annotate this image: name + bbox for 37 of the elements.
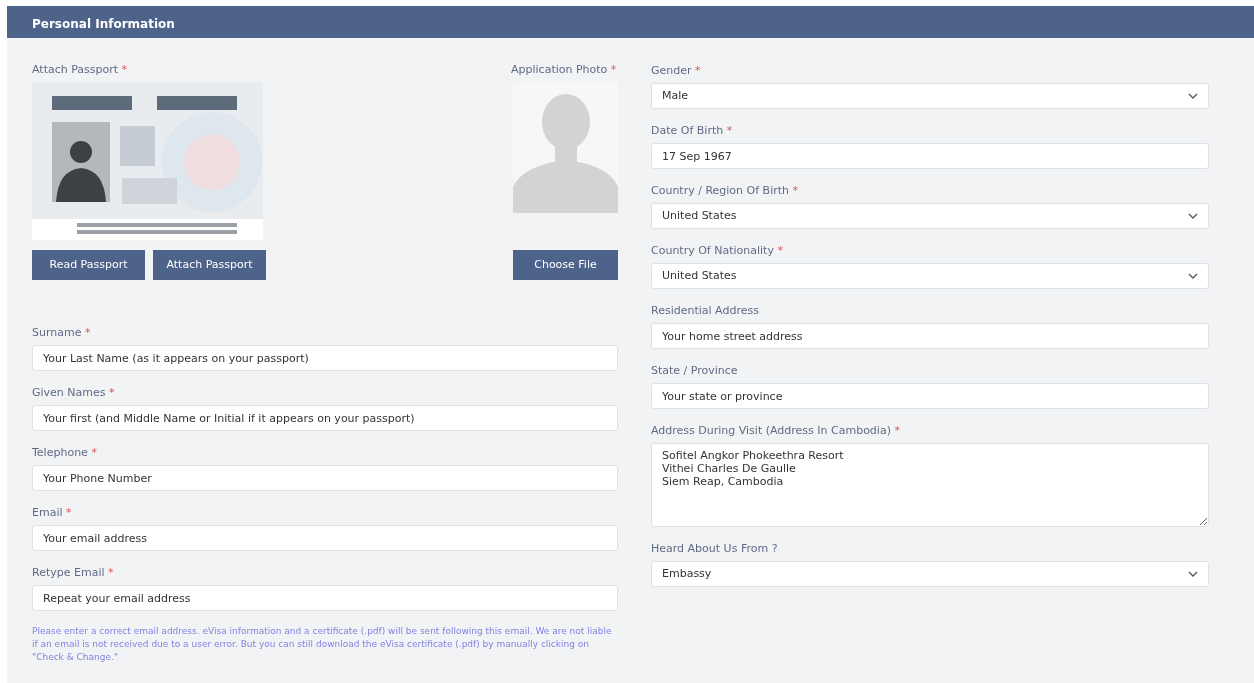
passport-button[interactable]: Read Passport xyxy=(32,250,145,280)
input-field[interactable]: Your email address xyxy=(32,525,618,551)
input-field[interactable]: 17 Sep 1967 xyxy=(651,143,1209,169)
dropdown[interactable]: Male xyxy=(651,83,1209,109)
field-label: Heard About Us From ? xyxy=(651,542,778,555)
help-text: Please enter a correct email address. eVisa information and a certificate (.pdf) will be sent following this email. We are not liable if an email is not received due to a user error. But you can still download the eVisa certificate (.pdf) by manually clicking on "Check & Change." xyxy=(32,625,613,664)
field-label: Telephone * xyxy=(32,446,97,459)
choose-file-button[interactable]: Choose File xyxy=(513,250,618,280)
field-label: Given Names * xyxy=(32,386,115,399)
input-field[interactable]: Your first (and Middle Name or Initial if it appears on your passport) xyxy=(32,405,618,431)
field-label: Residential Address xyxy=(651,304,759,317)
text-area[interactable]: Sofitel Angkor Phokeethra Resort Vithei Charles De Gaulle Siem Reap, Cambodia xyxy=(651,443,1209,527)
chevron-down-icon xyxy=(1188,93,1198,99)
dropdown[interactable]: United States xyxy=(651,203,1209,229)
input-field[interactable]: Your state or province xyxy=(651,383,1209,409)
field-label: Email * xyxy=(32,506,72,519)
input-field[interactable]: Repeat your email address xyxy=(32,585,618,611)
field-label: Country Of Nationality * xyxy=(651,244,783,257)
field-label: Attach Passport * xyxy=(32,63,129,76)
field-label: Date Of Birth * xyxy=(651,124,733,137)
field-label: Surname * xyxy=(32,326,91,339)
field-label: Application Photo * xyxy=(511,63,618,76)
input-field[interactable]: Your Last Name (as it appears on your passport) xyxy=(32,345,618,371)
dropdown[interactable]: United States xyxy=(651,263,1209,289)
field-label: Gender * xyxy=(651,64,701,77)
chevron-down-icon xyxy=(1188,273,1198,279)
input-field[interactable]: Your Phone Number xyxy=(32,465,618,491)
chevron-down-icon xyxy=(1188,571,1198,577)
passport-button[interactable]: Attach Passport xyxy=(153,250,266,280)
input-field[interactable]: Your home street address xyxy=(651,323,1209,349)
field-label: State / Province xyxy=(651,364,738,377)
field-label: Retype Email * xyxy=(32,566,114,579)
field-label: Address During Visit (Address In Cambodia) * xyxy=(651,424,900,437)
chevron-down-icon xyxy=(1188,213,1198,219)
dropdown[interactable]: Embassy xyxy=(651,561,1209,587)
field-label: Country / Region Of Birth * xyxy=(651,184,798,197)
panel-title: Personal Information xyxy=(7,6,1254,38)
